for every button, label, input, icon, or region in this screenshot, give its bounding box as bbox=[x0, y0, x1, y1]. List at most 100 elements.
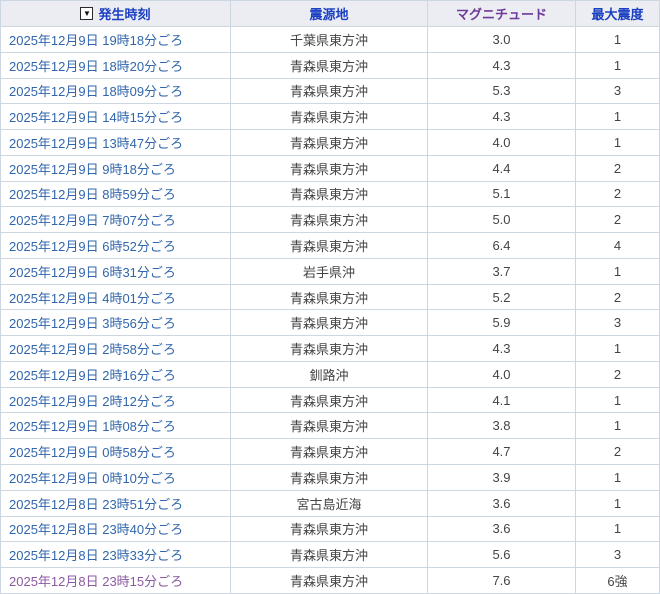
earthquake-detail-link[interactable]: 2025年12月9日 13時47分ごろ bbox=[9, 133, 183, 152]
max-intensity-value: 1 bbox=[614, 521, 621, 536]
earthquake-detail-link[interactable]: 2025年12月9日 1時08分ごろ bbox=[9, 416, 176, 435]
epicenter-label: 青森県東方沖 bbox=[290, 210, 368, 229]
epicenter-cell: 青森県東方沖 bbox=[231, 542, 428, 567]
time-cell: 2025年12月9日 13時47分ごろ bbox=[1, 130, 231, 155]
max-intensity-value: 1 bbox=[614, 393, 621, 408]
earthquake-detail-link[interactable]: 2025年12月9日 19時18分ごろ bbox=[9, 30, 183, 49]
time-cell: 2025年12月9日 0時58分ごろ bbox=[1, 439, 231, 464]
table-row: 2025年12月9日 3時56分ごろ 青森県東方沖 5.9 3 bbox=[1, 310, 659, 336]
table-row: 2025年12月8日 23時15分ごろ 青森県東方沖 7.6 6強 bbox=[1, 568, 659, 593]
column-header-time-label[interactable]: 発生時刻 bbox=[98, 4, 150, 23]
earthquake-detail-link[interactable]: 2025年12月9日 0時58分ごろ bbox=[9, 442, 176, 461]
intensity-cell: 3 bbox=[576, 79, 659, 104]
earthquake-detail-link[interactable]: 2025年12月9日 2時12分ごろ bbox=[9, 391, 176, 410]
magnitude-value: 5.0 bbox=[492, 212, 510, 227]
epicenter-cell: 青森県東方沖 bbox=[231, 439, 428, 464]
intensity-cell: 1 bbox=[576, 517, 659, 542]
time-cell: 2025年12月9日 7時07分ごろ bbox=[1, 207, 231, 232]
earthquake-detail-link[interactable]: 2025年12月9日 9時18分ごろ bbox=[9, 159, 176, 178]
earthquake-detail-link[interactable]: 2025年12月9日 18時09分ごろ bbox=[9, 81, 183, 100]
max-intensity-value: 1 bbox=[614, 58, 621, 73]
earthquake-detail-link[interactable]: 2025年12月9日 0時10分ごろ bbox=[9, 468, 176, 487]
earthquake-detail-link[interactable]: 2025年12月9日 8時59分ごろ bbox=[9, 184, 176, 203]
earthquake-detail-link[interactable]: 2025年12月9日 2時16分ごろ bbox=[9, 365, 176, 384]
intensity-cell: 3 bbox=[576, 310, 659, 335]
magnitude-value: 3.9 bbox=[492, 470, 510, 485]
epicenter-label: 岩手県沖 bbox=[303, 262, 355, 281]
earthquake-detail-link[interactable]: 2025年12月8日 23時33分ごろ bbox=[9, 545, 183, 564]
column-header-epicenter-label[interactable]: 震源地 bbox=[309, 4, 348, 23]
magnitude-value: 4.7 bbox=[492, 444, 510, 459]
max-intensity-value: 2 bbox=[614, 161, 621, 176]
sort-descending-icon[interactable]: ▼ bbox=[80, 7, 93, 20]
time-cell: 2025年12月8日 23時51分ごろ bbox=[1, 491, 231, 516]
magnitude-cell: 7.6 bbox=[428, 568, 576, 593]
max-intensity-value: 6強 bbox=[607, 571, 627, 590]
table-row: 2025年12月8日 23時33分ごろ 青森県東方沖 5.6 3 bbox=[1, 542, 659, 568]
earthquake-detail-link[interactable]: 2025年12月9日 4時01分ごろ bbox=[9, 288, 176, 307]
magnitude-value: 3.6 bbox=[492, 496, 510, 511]
table-row: 2025年12月9日 8時59分ごろ 青森県東方沖 5.1 2 bbox=[1, 182, 659, 208]
column-header-max-intensity[interactable]: 最大震度 bbox=[576, 1, 659, 26]
epicenter-cell: 青森県東方沖 bbox=[231, 79, 428, 104]
earthquake-detail-link[interactable]: 2025年12月9日 7時07分ごろ bbox=[9, 210, 176, 229]
epicenter-cell: 青森県東方沖 bbox=[231, 233, 428, 258]
intensity-cell: 1 bbox=[576, 259, 659, 284]
column-header-time[interactable]: ▼ 発生時刻 bbox=[1, 1, 231, 26]
earthquake-detail-link[interactable]: 2025年12月8日 23時15分ごろ bbox=[9, 571, 183, 590]
intensity-cell: 2 bbox=[576, 207, 659, 232]
table-row: 2025年12月9日 6時52分ごろ 青森県東方沖 6.4 4 bbox=[1, 233, 659, 259]
table-row: 2025年12月8日 23時40分ごろ 青森県東方沖 3.6 1 bbox=[1, 517, 659, 543]
magnitude-value: 4.3 bbox=[492, 58, 510, 73]
magnitude-cell: 3.8 bbox=[428, 413, 576, 438]
magnitude-cell: 3.7 bbox=[428, 259, 576, 284]
earthquake-detail-link[interactable]: 2025年12月9日 14時15分ごろ bbox=[9, 107, 183, 126]
max-intensity-value: 1 bbox=[614, 470, 621, 485]
earthquake-detail-link[interactable]: 2025年12月9日 6時31分ごろ bbox=[9, 262, 176, 281]
intensity-cell: 6強 bbox=[576, 568, 659, 593]
magnitude-cell: 3.9 bbox=[428, 465, 576, 490]
epicenter-label: 青森県東方沖 bbox=[290, 288, 368, 307]
earthquake-detail-link[interactable]: 2025年12月9日 6時52分ごろ bbox=[9, 236, 176, 255]
column-header-epicenter[interactable]: 震源地 bbox=[231, 1, 428, 26]
epicenter-cell: 釧路沖 bbox=[231, 362, 428, 387]
time-cell: 2025年12月9日 1時08分ごろ bbox=[1, 413, 231, 438]
table-row: 2025年12月9日 18時20分ごろ 青森県東方沖 4.3 1 bbox=[1, 53, 659, 79]
table-row: 2025年12月9日 9時18分ごろ 青森県東方沖 4.4 2 bbox=[1, 156, 659, 182]
max-intensity-value: 1 bbox=[614, 341, 621, 356]
earthquake-detail-link[interactable]: 2025年12月9日 18時20分ごろ bbox=[9, 56, 183, 75]
magnitude-value: 5.6 bbox=[492, 547, 510, 562]
column-header-magnitude[interactable]: マグニチュード bbox=[428, 1, 576, 26]
epicenter-label: 青森県東方沖 bbox=[290, 519, 368, 538]
table-row: 2025年12月9日 6時31分ごろ 岩手県沖 3.7 1 bbox=[1, 259, 659, 285]
epicenter-label: 青森県東方沖 bbox=[290, 339, 368, 358]
max-intensity-value: 1 bbox=[614, 418, 621, 433]
earthquake-detail-link[interactable]: 2025年12月9日 2時58分ごろ bbox=[9, 339, 176, 358]
earthquake-detail-link[interactable]: 2025年12月8日 23時51分ごろ bbox=[9, 494, 183, 513]
magnitude-cell: 5.3 bbox=[428, 79, 576, 104]
column-header-max-intensity-label[interactable]: 最大震度 bbox=[591, 4, 643, 23]
epicenter-label: 青森県東方沖 bbox=[290, 545, 368, 564]
table-row: 2025年12月9日 0時58分ごろ 青森県東方沖 4.7 2 bbox=[1, 439, 659, 465]
table-row: 2025年12月8日 23時51分ごろ 宮古島近海 3.6 1 bbox=[1, 491, 659, 517]
time-cell: 2025年12月9日 2時58分ごろ bbox=[1, 336, 231, 361]
max-intensity-value: 2 bbox=[614, 290, 621, 305]
time-cell: 2025年12月8日 23時33分ごろ bbox=[1, 542, 231, 567]
earthquake-detail-link[interactable]: 2025年12月8日 23時40分ごろ bbox=[9, 519, 183, 538]
magnitude-value: 3.0 bbox=[492, 32, 510, 47]
magnitude-cell: 3.0 bbox=[428, 27, 576, 52]
epicenter-label: 宮古島近海 bbox=[296, 494, 361, 513]
magnitude-cell: 5.2 bbox=[428, 285, 576, 310]
magnitude-cell: 3.6 bbox=[428, 491, 576, 516]
intensity-cell: 1 bbox=[576, 465, 659, 490]
intensity-cell: 2 bbox=[576, 285, 659, 310]
earthquake-detail-link[interactable]: 2025年12月9日 3時56分ごろ bbox=[9, 313, 176, 332]
magnitude-value: 4.4 bbox=[492, 161, 510, 176]
column-header-magnitude-label[interactable]: マグニチュード bbox=[456, 4, 547, 23]
table-body: 2025年12月9日 19時18分ごろ 千葉県東方沖 3.0 1 2025年12… bbox=[1, 27, 659, 593]
time-cell: 2025年12月9日 2時12分ごろ bbox=[1, 388, 231, 413]
magnitude-cell: 5.1 bbox=[428, 182, 576, 207]
magnitude-cell: 4.3 bbox=[428, 104, 576, 129]
magnitude-value: 5.9 bbox=[492, 315, 510, 330]
time-cell: 2025年12月9日 3時56分ごろ bbox=[1, 310, 231, 335]
